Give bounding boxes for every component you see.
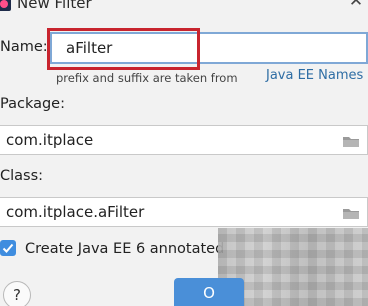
class-label: Class: — [0, 168, 44, 184]
folder-icon[interactable] — [342, 134, 360, 148]
checkmark-icon — [2, 243, 14, 253]
dialog-titlebar: New Filter ✕ — [0, 0, 368, 18]
annotated-checkbox-label: Create Java EE 6 annotated — [25, 241, 225, 257]
highlight-annotation — [47, 28, 200, 70]
dialog-title: New Filter — [17, 0, 92, 12]
close-icon[interactable]: ✕ — [347, 0, 365, 10]
intellij-app-icon — [0, 0, 11, 11]
package-input-value: com.itplace — [6, 131, 94, 149]
help-button[interactable]: ? — [3, 281, 31, 306]
package-input[interactable]: com.itplace — [0, 125, 368, 155]
annotated-checkbox[interactable] — [0, 240, 16, 256]
ok-button[interactable]: O — [174, 278, 244, 306]
folder-icon[interactable] — [342, 206, 360, 220]
class-input[interactable]: com.itplace.aFilter — [0, 197, 368, 227]
name-hint: prefix and suffix are taken from — [56, 71, 238, 85]
name-label: Name: — [0, 39, 48, 55]
package-label: Package: — [0, 96, 65, 112]
class-input-value: com.itplace.aFilter — [6, 203, 145, 221]
java-ee-names-link[interactable]: Java EE Names — [266, 68, 363, 83]
